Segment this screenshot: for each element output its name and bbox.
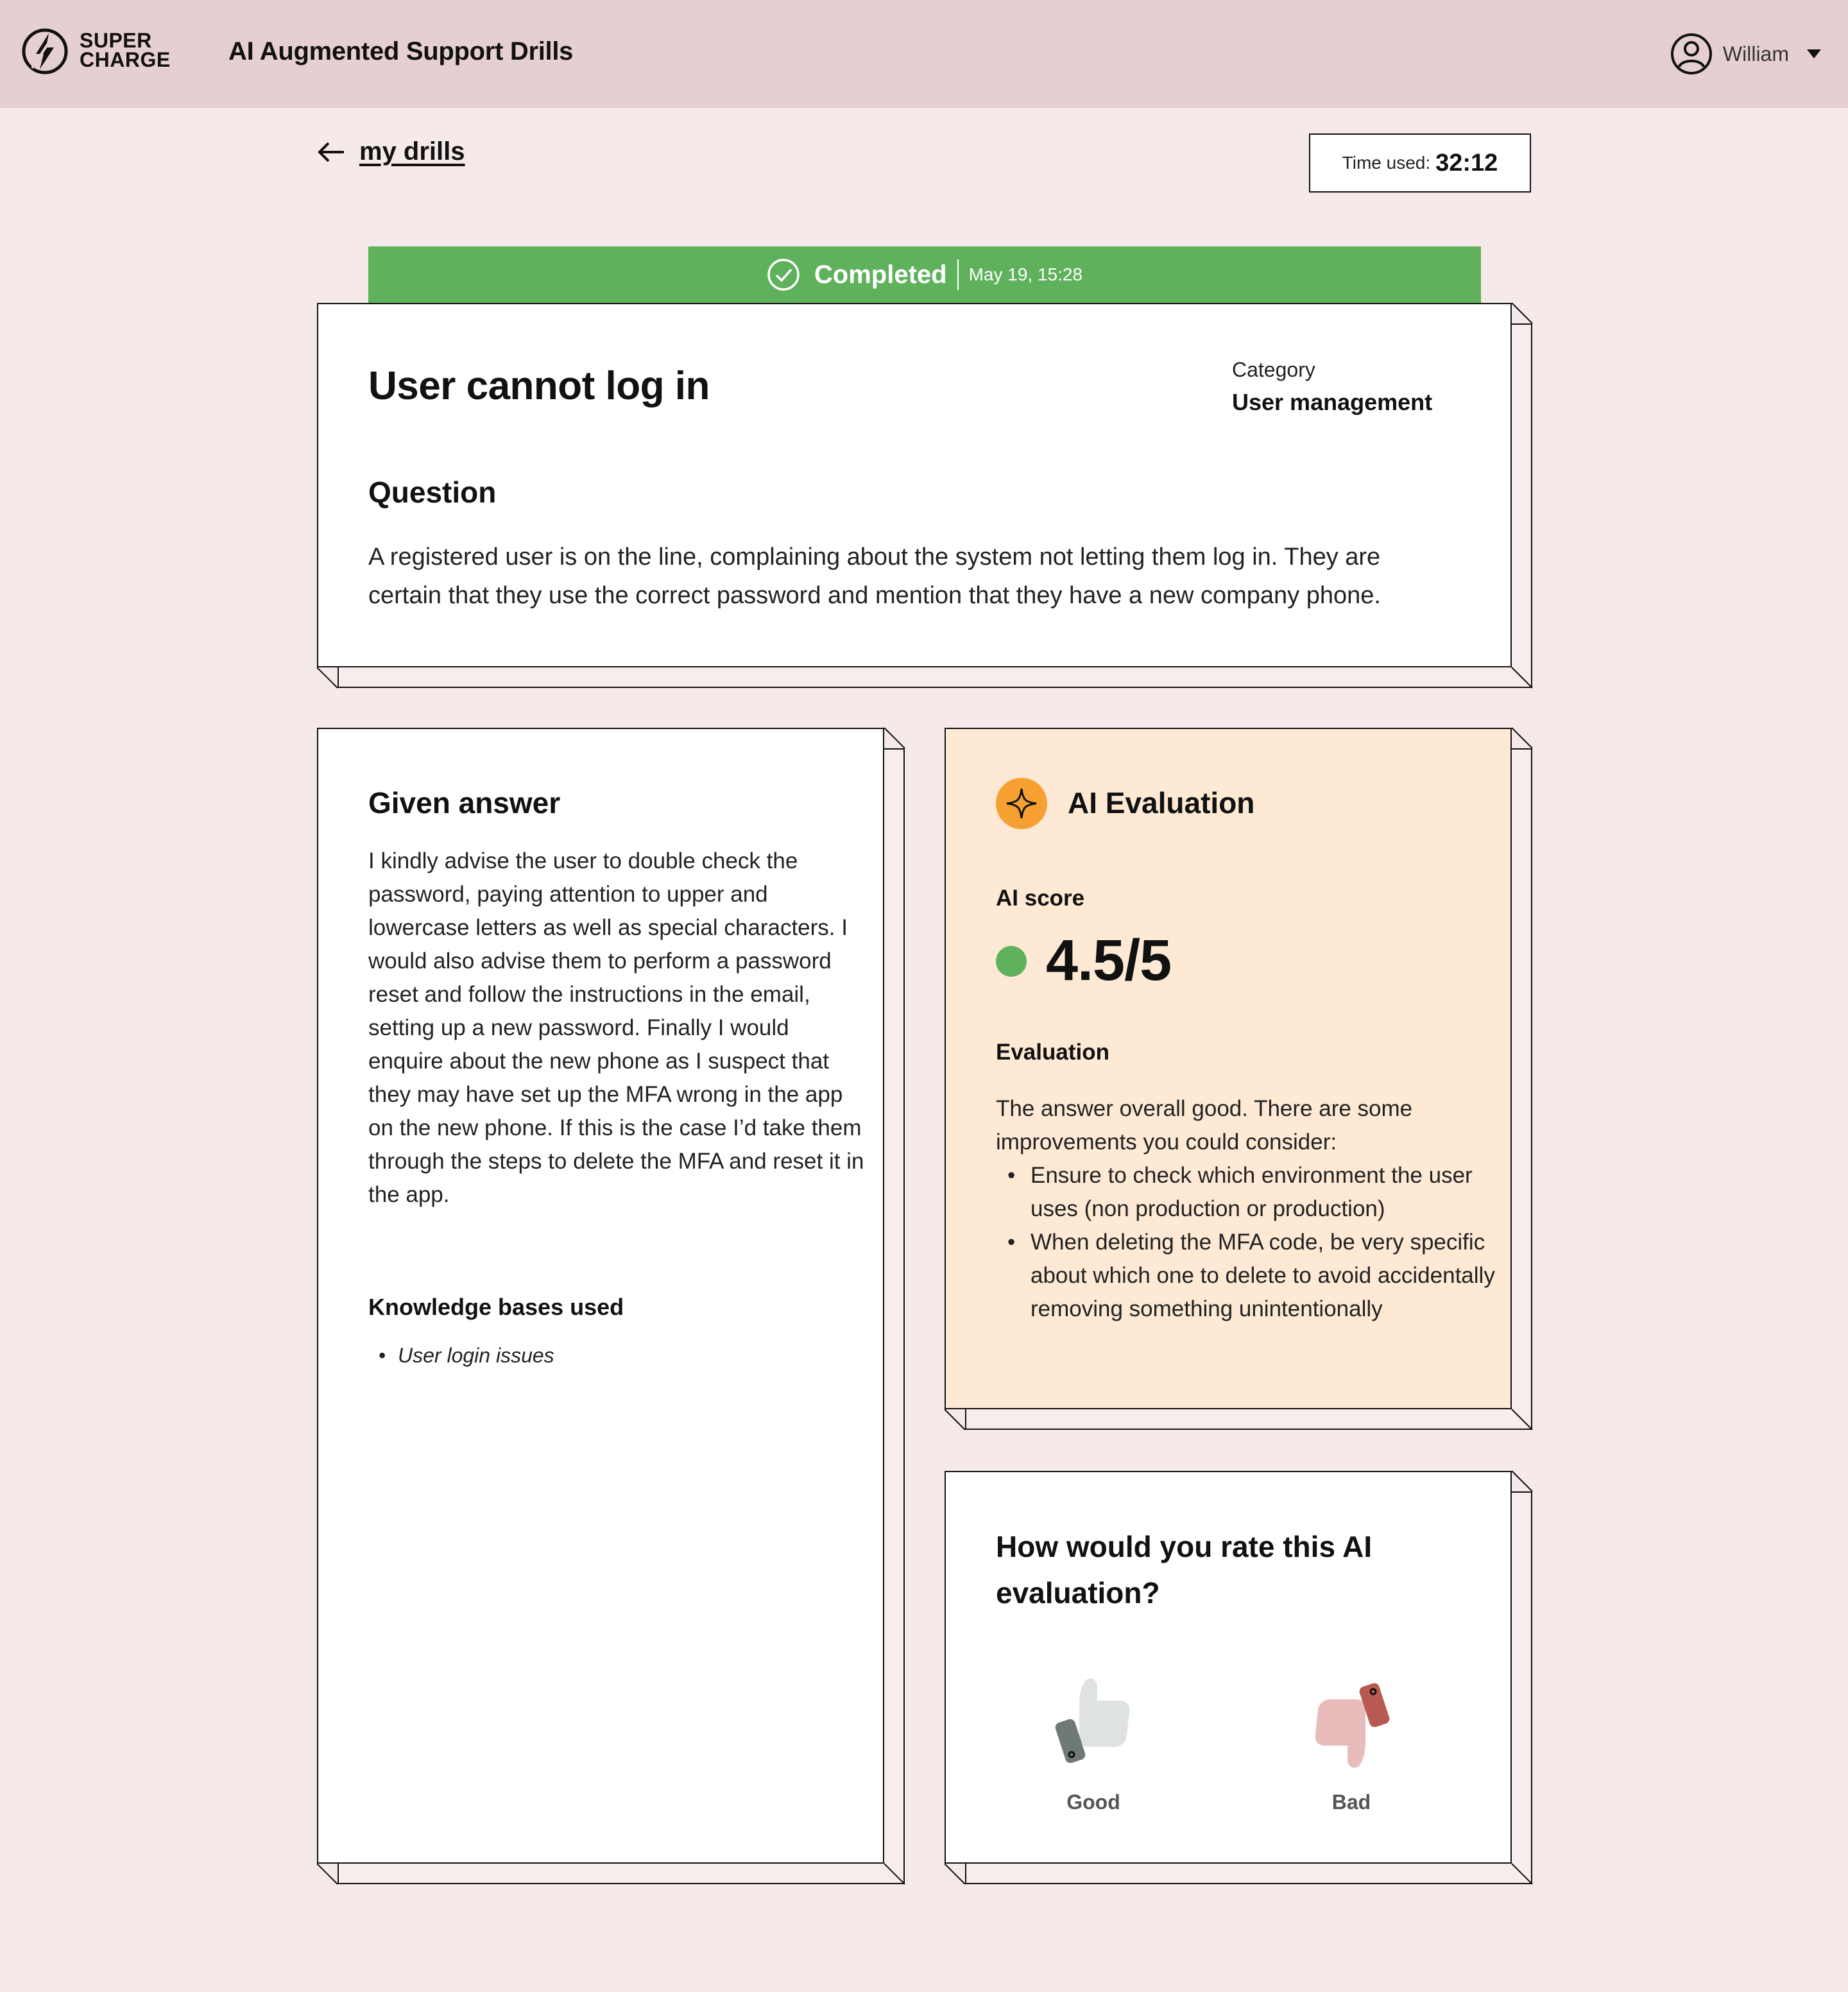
ai-score-label: AI score <box>996 886 1085 911</box>
user-name: William <box>1722 42 1789 65</box>
given-answer-heading: Given answer <box>368 786 561 820</box>
category-label: Category <box>1232 358 1315 381</box>
rate-bad-label: Bad <box>1331 1790 1371 1814</box>
time-used-box: Time used: 32:12 <box>1309 133 1531 193</box>
knowledge-bases-list: User login issues <box>379 1344 554 1368</box>
evaluation-intro: The answer overall good. There are some … <box>996 1096 1413 1155</box>
supercharge-logo[interactable]: SUPER CHARGE <box>21 27 181 78</box>
rate-evaluation-heading: How would you rate this AI evaluation? <box>996 1530 1373 1610</box>
status-label: Completed <box>814 259 959 290</box>
evaluation-text: The answer overall good. There are some … <box>996 1092 1496 1326</box>
question-text: A registered user is on the line, compla… <box>368 544 1381 609</box>
sparkle-icon <box>996 778 1047 829</box>
status-date: May 19, 15:28 <box>968 264 1083 284</box>
evaluation-point: When deleting the MFA code, be very spec… <box>996 1226 1496 1326</box>
user-avatar-icon <box>1670 33 1712 74</box>
chevron-down-icon <box>1807 49 1821 58</box>
ai-evaluation-card: AI Evaluation AI score 4.5/5 Evaluation … <box>944 727 1533 1430</box>
back-link-label: my drills <box>359 137 465 166</box>
user-menu[interactable]: William <box>1670 32 1821 76</box>
check-circle-icon <box>767 259 800 291</box>
knowledge-base-item[interactable]: User login issues <box>379 1344 554 1368</box>
time-used-label: Time used: <box>1342 153 1431 173</box>
question-heading: Question <box>368 476 497 509</box>
evaluation-point: Ensure to check which environment the us… <box>996 1159 1496 1226</box>
rate-evaluation-card: How would you rate this AI evaluation? G… <box>944 1470 1533 1885</box>
thumbs-down-icon <box>1315 1683 1390 1768</box>
drill-title: User cannot log in <box>368 364 710 408</box>
lightning-bolt-icon <box>22 28 68 74</box>
thumbs-up-icon <box>1055 1678 1130 1764</box>
rate-good-label: Good <box>1066 1790 1120 1814</box>
given-answer-text: I kindly advise the user to double check… <box>368 848 864 1207</box>
ai-evaluation-heading: AI Evaluation <box>1068 786 1255 820</box>
rate-good-button[interactable]: Good <box>1023 1675 1164 1816</box>
ai-score-value: 4.5/5 <box>1046 929 1172 993</box>
logo-text-line2: CHARGE <box>80 48 171 71</box>
category-value: User management <box>1232 389 1433 415</box>
evaluation-label: Evaluation <box>996 1040 1109 1065</box>
question-card: User cannot log in Category User managem… <box>316 302 1533 689</box>
evaluation-points: Ensure to check which environment the us… <box>996 1159 1496 1326</box>
knowledge-bases-heading: Knowledge bases used <box>368 1294 624 1320</box>
arrow-left-icon <box>318 142 344 162</box>
rate-bad-button[interactable]: Bad <box>1281 1675 1422 1816</box>
top-bar: SUPER CHARGE AI Augmented Support Drills… <box>0 0 1848 108</box>
given-answer-card: Given answer I kindly advise the user to… <box>316 727 905 1885</box>
time-used-value: 32:12 <box>1435 149 1498 176</box>
score-status-dot <box>996 946 1027 977</box>
completed-status-banner: Completed May 19, 15:28 <box>368 246 1481 303</box>
back-to-my-drills-link[interactable]: my drills <box>317 137 465 166</box>
app-title: AI Augmented Support Drills <box>228 37 574 65</box>
logo-text-line1: SUPER <box>80 29 152 52</box>
